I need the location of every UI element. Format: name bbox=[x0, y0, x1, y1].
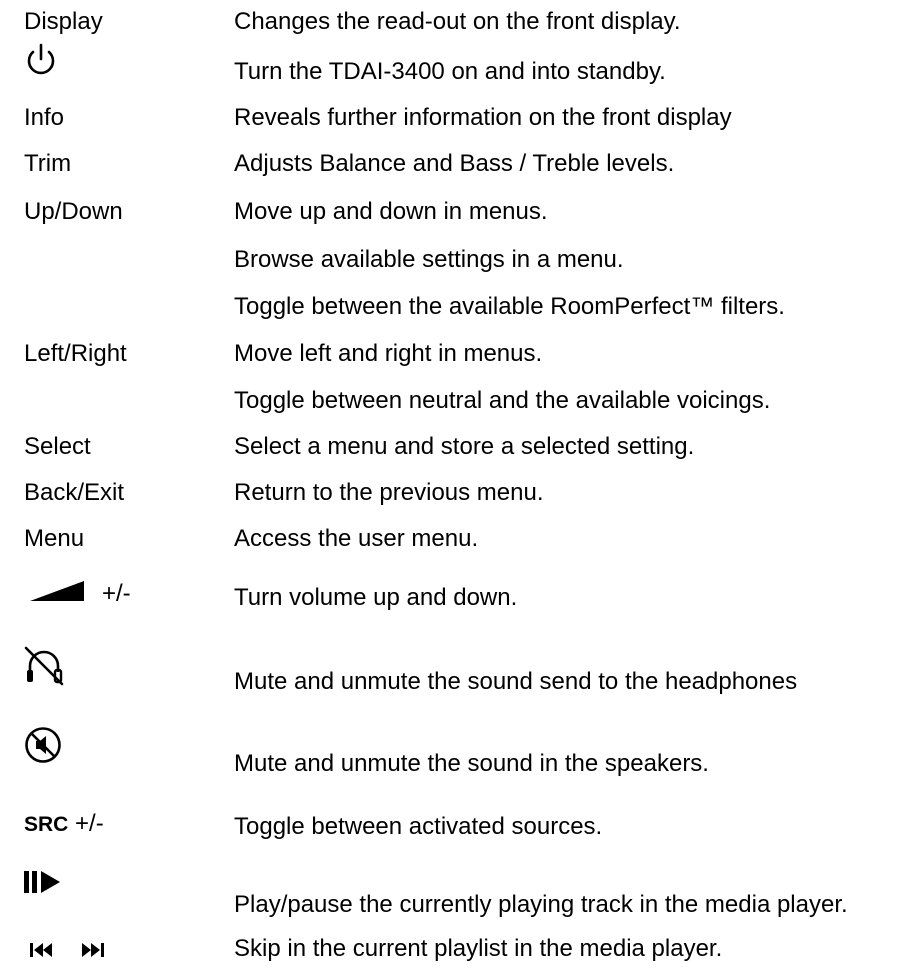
key-display-description: Changes the read-out on the front displa… bbox=[234, 8, 681, 35]
key-info-description: Reveals further information on the front… bbox=[234, 104, 732, 131]
key-volume-description: Turn volume up and down. bbox=[234, 584, 518, 611]
key-updown-description-3: Toggle between the available RoomPerfect… bbox=[234, 293, 785, 320]
key-back-label: Back/Exit bbox=[24, 479, 125, 506]
key-leftright-description-2: Toggle between neutral and the available… bbox=[234, 387, 771, 414]
key-display-label: Display bbox=[24, 8, 103, 35]
key-src-label: SRC +/- bbox=[24, 810, 104, 839]
key-back-description: Return to the previous menu. bbox=[234, 479, 544, 506]
key-menu-label: Menu bbox=[24, 525, 85, 552]
key-src-bold-label: SRC bbox=[24, 813, 69, 836]
key-select-label: Select bbox=[24, 433, 91, 460]
key-select-description: Select a menu and store a selected setti… bbox=[234, 433, 695, 460]
remote-control-key-table: Display Changes the read-out on the fron… bbox=[0, 0, 920, 971]
key-skip-description: Skip in the current playlist in the medi… bbox=[234, 935, 723, 962]
key-menu-description: Access the user menu. bbox=[234, 525, 479, 552]
key-trim-description: Adjusts Balance and Bass / Treble levels… bbox=[234, 150, 675, 177]
volume-ramp-icon bbox=[30, 581, 84, 601]
skip-icon bbox=[30, 943, 104, 957]
key-updown-label: Up/Down bbox=[24, 198, 123, 225]
key-power-description: Turn the TDAI-3400 on and into standby. bbox=[234, 58, 666, 85]
key-info-label: Info bbox=[24, 104, 65, 131]
key-playpause-description: Play/pause the currently playing track i… bbox=[234, 891, 848, 918]
key-src-suffix: +/- bbox=[75, 810, 104, 837]
headphones-mute-icon bbox=[24, 646, 64, 686]
key-trim-label: Trim bbox=[24, 150, 72, 177]
speaker-mute-icon bbox=[25, 727, 61, 763]
key-speaker-mute-description: Mute and unmute the sound in the speaker… bbox=[234, 750, 709, 777]
key-leftright-description-1: Move left and right in menus. bbox=[234, 340, 543, 367]
key-updown-description-2: Browse available settings in a menu. bbox=[234, 246, 624, 273]
key-volume-suffix: +/- bbox=[102, 580, 131, 607]
key-headphones-mute-description: Mute and unmute the sound send to the he… bbox=[234, 668, 798, 695]
play-pause-icon bbox=[24, 871, 60, 893]
power-icon bbox=[27, 43, 55, 75]
key-leftright-label: Left/Right bbox=[24, 340, 127, 367]
key-src-description: Toggle between activated sources. bbox=[234, 813, 603, 840]
key-updown-description-1: Move up and down in menus. bbox=[234, 198, 548, 225]
